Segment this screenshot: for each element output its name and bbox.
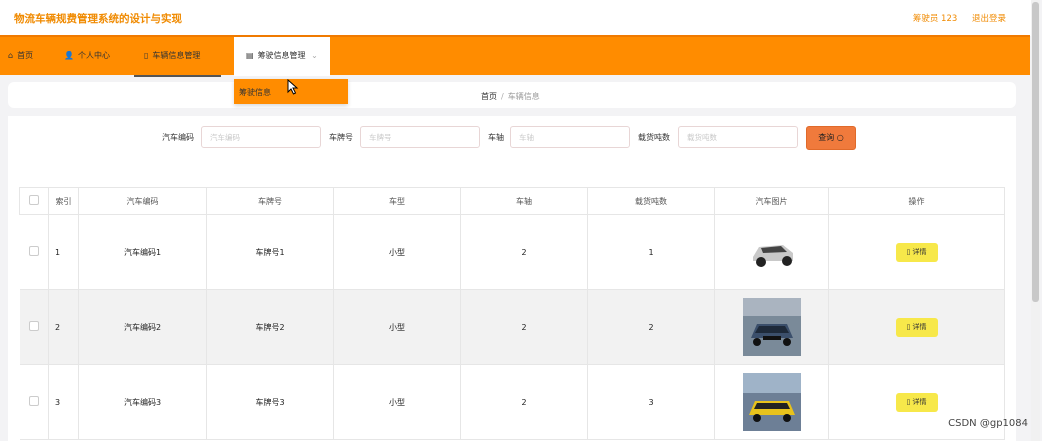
header-car-code: 汽车编码 (78, 187, 207, 215)
load-label: 载货吨数 (638, 133, 670, 142)
cell-plate: 车牌号1 (206, 214, 334, 290)
header-index: 索引 (48, 187, 79, 215)
breadcrumb-current: 车辆信息 (507, 92, 540, 101)
cell-action: ▯ 详情 (828, 289, 1005, 365)
search-button[interactable]: 查询 ○ (806, 126, 856, 150)
table-row: 2 汽车编码2 车牌号2 小型 2 2 ▯ 详情 (19, 289, 1005, 365)
detail-button-label: 详情 (912, 397, 927, 406)
cell-index: 2 (48, 289, 79, 365)
cell-car-code: 汽车编码1 (78, 214, 207, 290)
dropdown-item-driver-info[interactable]: 筹驶信息 (239, 87, 271, 98)
axle-label: 车轴 (488, 133, 504, 142)
cell-car-image (714, 214, 829, 290)
nav-profile[interactable]: 👤 个人中心 (64, 37, 110, 75)
breadcrumb-bar: 首页 / 车辆信息 (8, 82, 1016, 108)
detail-button[interactable]: ▯ 详情 (895, 392, 938, 412)
row-checkbox[interactable] (19, 289, 49, 365)
cell-load: 2 (587, 289, 715, 365)
car-image (742, 298, 801, 356)
vehicle-table: 索引 汽车编码 车牌号 车型 车轴 载货吨数 汽车图片 操作 1 汽车编码1 车… (19, 187, 1005, 440)
scrollbar-thumb[interactable] (1032, 2, 1039, 302)
breadcrumb: 首页 / 车辆信息 (481, 91, 540, 102)
home-icon: ⌂ (8, 51, 14, 60)
plate-label: 车牌号 (329, 133, 353, 142)
username: 筹驶员 123 (912, 14, 958, 24)
cell-type: 小型 (333, 364, 461, 440)
cell-plate: 车牌号3 (206, 364, 334, 440)
cell-axle: 2 (460, 214, 588, 290)
main-nav: ⌂ 首页 👤 个人中心 ▯ 车辆信息管理 ▤ 筹驶信息管理 ⌄ (0, 35, 1030, 77)
header-type: 车型 (333, 187, 461, 215)
header-car-image: 汽车图片 (714, 187, 829, 215)
doc-icon: ▯ (144, 51, 149, 60)
car-code-label: 汽车编码 (162, 133, 194, 142)
cell-car-image (714, 289, 829, 365)
breadcrumb-home[interactable]: 首页 (481, 92, 497, 101)
detail-button-label: 详情 (912, 247, 927, 256)
cell-car-code: 汽车编码2 (78, 289, 207, 365)
header-plate: 车牌号 (206, 187, 334, 215)
top-header: 物流车辆规费管理系统的设计与实现 筹驶员 123 退出登录 (0, 0, 1032, 36)
car-image (742, 223, 801, 281)
header-load: 载货吨数 (587, 187, 715, 215)
axle-input[interactable] (510, 126, 630, 148)
header-action: 操作 (828, 187, 1005, 215)
table-header-row: 索引 汽车编码 车牌号 车型 车轴 载货吨数 汽车图片 操作 (19, 187, 1005, 215)
cell-index: 3 (48, 364, 79, 440)
nav-vehicle-info-label: 车辆信息管理 (152, 51, 201, 60)
cell-type: 小型 (333, 214, 461, 290)
cell-load: 3 (587, 364, 715, 440)
cell-plate: 车牌号2 (206, 289, 334, 365)
breadcrumb-separator: / (501, 92, 504, 101)
nav-profile-label: 个人中心 (77, 51, 110, 60)
cell-axle: 2 (460, 364, 588, 440)
logout-link[interactable]: 退出登录 (972, 14, 1006, 24)
nav-home-label: 首页 (17, 51, 34, 60)
detail-button[interactable]: ▯ 详情 (895, 317, 938, 337)
header-axle: 车轴 (460, 187, 588, 215)
nav-driver-info-label: 筹驶信息管理 (257, 51, 306, 60)
nav-driver-info[interactable]: ▤ 筹驶信息管理 ⌄ (234, 37, 330, 76)
user-area: 筹驶员 123 退出登录 (901, 12, 1006, 24)
app-title: 物流车辆规费管理系统的设计与实现 (14, 13, 182, 25)
user-icon: 👤 (64, 51, 74, 60)
select-all-checkbox[interactable] (19, 187, 49, 215)
car-image (742, 373, 801, 431)
cell-car-image (714, 364, 829, 440)
nav-home[interactable]: ⌂ 首页 (8, 37, 33, 75)
cell-axle: 2 (460, 289, 588, 365)
cell-index: 1 (48, 214, 79, 290)
chevron-down-icon: ⌄ (311, 51, 318, 60)
car-code-input[interactable] (201, 126, 321, 148)
cell-type: 小型 (333, 289, 461, 365)
table-row: 1 汽车编码1 车牌号1 小型 2 1 ▯ 详情 (19, 214, 1005, 290)
mouse-cursor-icon (287, 79, 299, 95)
table-row: 3 汽车编码3 车牌号3 小型 2 3 ▯ 详情 (19, 364, 1005, 440)
load-input[interactable] (678, 126, 798, 148)
watermark: CSDN @gp1084 (948, 418, 1028, 429)
row-checkbox[interactable] (19, 214, 49, 290)
cell-load: 1 (587, 214, 715, 290)
page-scrollbar[interactable] (1031, 0, 1040, 441)
cell-car-code: 汽车编码3 (78, 364, 207, 440)
plate-input[interactable] (360, 126, 480, 148)
cell-action: ▯ 详情 (828, 214, 1005, 290)
detail-button[interactable]: ▯ 详情 (895, 242, 938, 262)
calendar-icon: ▤ (246, 51, 254, 60)
nav-vehicle-info[interactable]: ▯ 车辆信息管理 (134, 37, 221, 77)
row-checkbox[interactable] (19, 364, 49, 440)
detail-button-label: 详情 (912, 322, 927, 331)
